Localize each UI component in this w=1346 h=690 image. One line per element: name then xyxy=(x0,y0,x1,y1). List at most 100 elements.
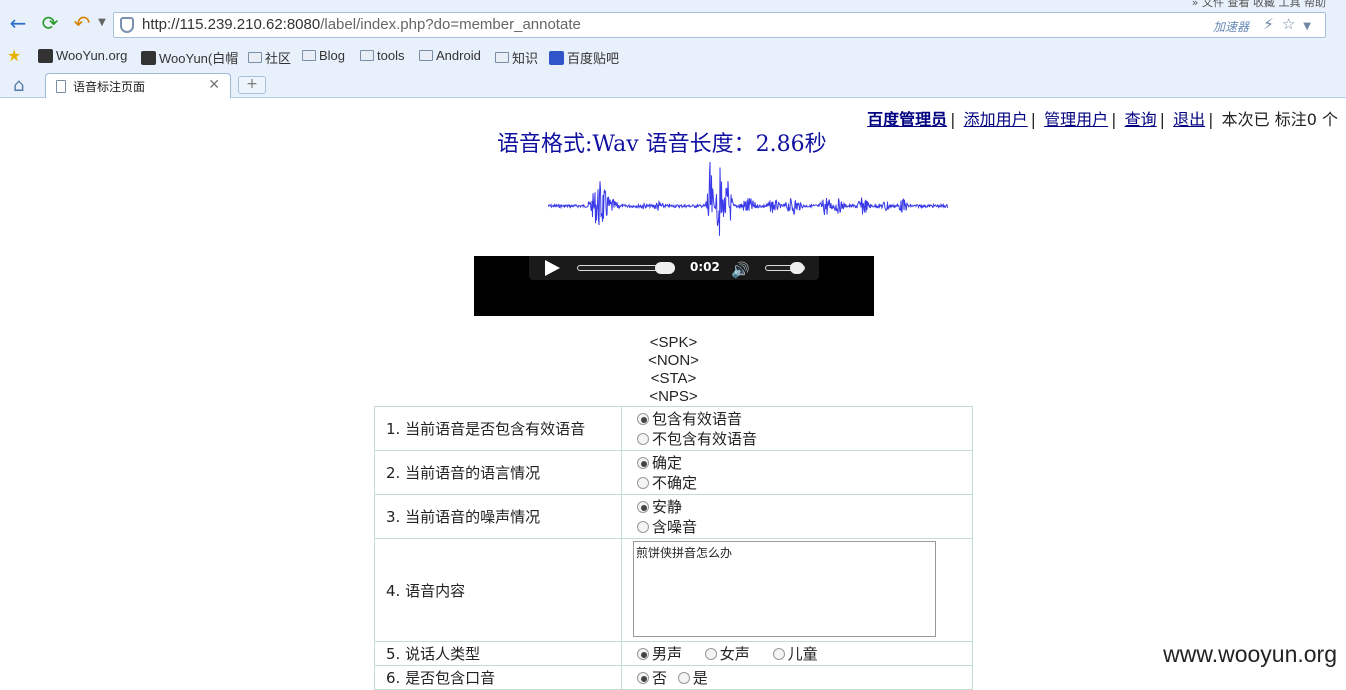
option-label: 包含有效语音 xyxy=(652,409,743,428)
folder-icon xyxy=(360,50,374,61)
radio-option-male[interactable]: 男声 xyxy=(637,643,682,664)
tab-bar: ⌂ 语音标注页面 ✕ + xyxy=(0,70,1346,98)
back-arrow-icon[interactable]: ← xyxy=(6,11,30,35)
folder-icon xyxy=(419,50,433,61)
radio-button[interactable] xyxy=(637,412,649,425)
bookmarks-bar: ★ WooYun.org WooYun(白帽 社区 Blog tools And… xyxy=(0,44,1346,70)
option-label: 是 xyxy=(692,669,708,687)
tag-spk: <SPK> xyxy=(649,334,698,351)
answer-cell: 确定 不确定 xyxy=(621,450,973,495)
query-link[interactable]: 查询 xyxy=(1125,110,1157,129)
bookmark-label: 社区 xyxy=(265,51,292,66)
bookmark-baidu-tieba[interactable]: 百度贴吧 xyxy=(549,48,619,67)
question-label: 3. 当前语音的噪声情况 xyxy=(374,494,622,539)
option-label: 男声 xyxy=(652,645,683,663)
question-label: 2. 当前语音的语言情况 xyxy=(374,450,622,495)
user-link[interactable]: 百度管理员 xyxy=(867,110,947,129)
radio-option-noisy[interactable]: 含噪音 xyxy=(637,517,972,537)
option-label: 不确定 xyxy=(652,473,698,492)
question-label: 6. 是否包含口音 xyxy=(374,665,622,690)
option-label: 安静 xyxy=(652,497,683,516)
tag-nps: <NPS> xyxy=(649,388,698,405)
accelerator-label[interactable]: 加速器 xyxy=(1213,18,1249,35)
play-icon[interactable] xyxy=(545,260,560,276)
lightning-icon[interactable]: ⚡ xyxy=(1263,15,1282,33)
option-label: 含噪音 xyxy=(652,517,698,536)
volume-icon[interactable]: 🔊 xyxy=(731,261,750,279)
baidu-paw-icon xyxy=(549,50,564,65)
bookmark-label: Android xyxy=(436,48,481,63)
address-actions: ⚡☆▼ xyxy=(1263,15,1319,33)
close-icon[interactable]: ✕ xyxy=(208,77,220,93)
bookmark-wooyun[interactable]: WooYun.org xyxy=(38,48,127,63)
manage-users-link[interactable]: 管理用户 xyxy=(1044,110,1108,129)
radio-option-no-accent[interactable]: 否 xyxy=(637,667,667,688)
seek-handle[interactable] xyxy=(655,262,675,274)
home-icon[interactable]: ⌂ xyxy=(13,75,24,96)
speech-content-textarea[interactable] xyxy=(633,541,936,637)
radio-button[interactable] xyxy=(637,476,649,489)
new-tab-button[interactable]: + xyxy=(238,76,266,94)
radio-option-accent[interactable]: 是 xyxy=(677,667,708,688)
radio-option-invalid[interactable]: 不包含有效语音 xyxy=(637,429,972,449)
audio-info-heading: 语音格式:Wav 语音长度：2.86秒 xyxy=(497,132,827,157)
radio-option-child[interactable]: 儿童 xyxy=(772,643,818,664)
bookmark-blog[interactable]: Blog xyxy=(302,48,345,63)
tag-non: <NON> xyxy=(648,352,699,369)
browser-chrome: » 文件 查看 收藏 工具 帮助 ← ⟳ ↶ ▼ http://115.239.… xyxy=(0,0,1346,98)
bookmark-android[interactable]: Android xyxy=(419,48,481,63)
wooyun-icon xyxy=(141,50,156,65)
question-label: 4. 语音内容 xyxy=(374,538,622,642)
favorites-star-icon[interactable]: ★ xyxy=(7,46,21,65)
bookmark-knowledge[interactable]: 知识 xyxy=(495,48,538,67)
radio-button[interactable] xyxy=(637,456,649,469)
radio-button[interactable] xyxy=(704,648,717,660)
answer-cell: 否 是 xyxy=(621,665,973,690)
radio-button[interactable] xyxy=(637,432,649,445)
chevron-down-icon[interactable]: ▼ xyxy=(90,11,114,35)
option-label: 儿童 xyxy=(787,645,818,663)
radio-option-female[interactable]: 女声 xyxy=(704,643,750,664)
bookmark-tools[interactable]: tools xyxy=(360,48,404,63)
url-host: http://115.239.210.62:8080 xyxy=(142,16,321,33)
form-row: 5. 说话人类型 男声 女声 儿童 xyxy=(374,641,973,666)
bookmark-label: Blog xyxy=(319,48,346,63)
bookmark-community[interactable]: 社区 xyxy=(248,48,291,67)
shield-icon xyxy=(120,17,134,33)
logout-link[interactable]: 退出 xyxy=(1173,110,1205,129)
bookmark-wooyun-whitehat[interactable]: WooYun(白帽 xyxy=(141,48,238,67)
radio-button[interactable] xyxy=(637,648,649,660)
dropdown-icon[interactable]: ▼ xyxy=(1303,21,1319,32)
star-icon[interactable]: ☆ xyxy=(1282,15,1303,33)
add-user-link[interactable]: 添加用户 xyxy=(964,110,1028,129)
address-bar[interactable]: http://115.239.210.62:8080/label/index.p… xyxy=(113,12,1326,38)
radio-option-uncertain[interactable]: 不确定 xyxy=(637,473,972,493)
tab-annotate[interactable]: 语音标注页面 ✕ xyxy=(45,73,231,98)
radio-option-quiet[interactable]: 安静 xyxy=(637,497,972,517)
address-row: » 文件 查看 收藏 工具 帮助 ← ⟳ ↶ ▼ http://115.239.… xyxy=(0,0,1346,44)
radio-button[interactable] xyxy=(637,500,649,513)
option-label: 女声 xyxy=(719,645,750,663)
radio-button[interactable] xyxy=(772,648,785,660)
radio-button[interactable] xyxy=(677,672,690,684)
folder-icon xyxy=(248,52,262,63)
wooyun-icon xyxy=(38,48,53,63)
top-menu[interactable]: » 文件 查看 收藏 工具 帮助 xyxy=(1192,0,1326,10)
tab-title: 语音标注页面 xyxy=(73,80,146,94)
radio-option-certain[interactable]: 确定 xyxy=(637,453,972,473)
audio-player[interactable]: 0:02 🔊 xyxy=(474,256,874,316)
annotation-form: 1. 当前语音是否包含有效语音 包含有效语音 不包含有效语音 2. 当前语音的语… xyxy=(374,406,973,690)
radio-button[interactable] xyxy=(637,672,649,684)
question-label: 1. 当前语音是否包含有效语音 xyxy=(374,406,622,451)
url-text[interactable]: http://115.239.210.62:8080/label/index.p… xyxy=(142,16,581,33)
url-path: /label/index.php?do=member_annotate xyxy=(320,16,581,33)
annotation-count: 本次已 标注0 个 xyxy=(1221,110,1338,129)
refresh-icon[interactable]: ⟳ xyxy=(38,11,62,35)
option-label: 确定 xyxy=(652,453,683,472)
radio-option-valid[interactable]: 包含有效语音 xyxy=(637,409,972,429)
waveform-image xyxy=(548,161,949,236)
volume-handle[interactable] xyxy=(790,262,804,274)
radio-button[interactable] xyxy=(637,520,649,533)
current-time: 0:02 xyxy=(690,260,720,274)
bookmark-label: WooYun(白帽 xyxy=(159,51,239,66)
